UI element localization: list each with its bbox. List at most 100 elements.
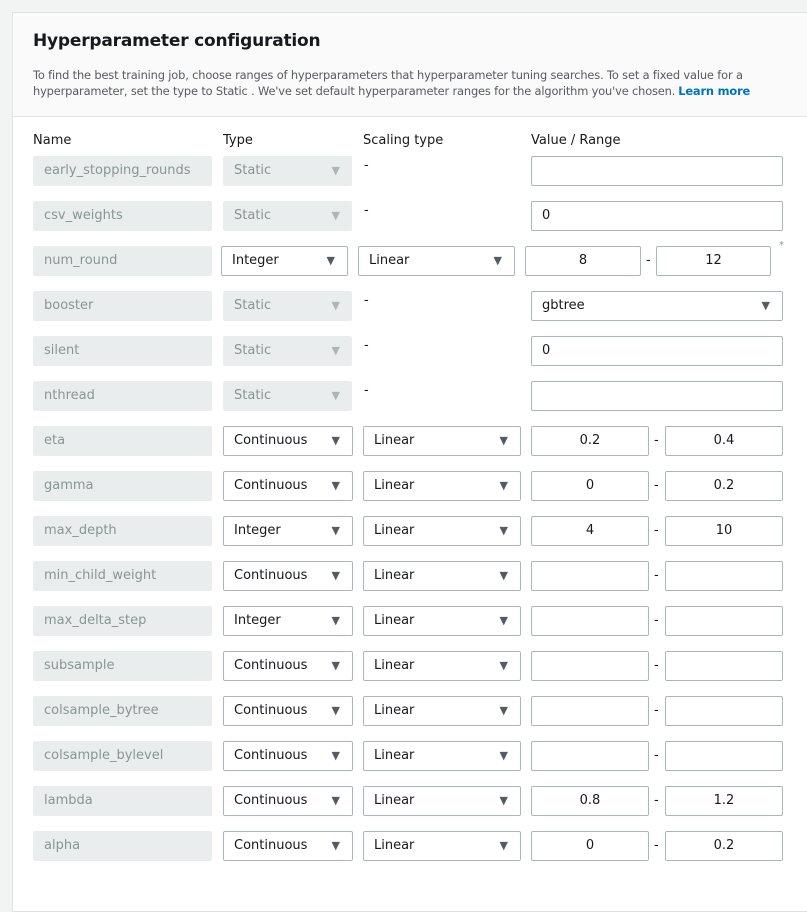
- scaling-select[interactable]: Linear ▼: [363, 471, 521, 501]
- scaling-value: Linear: [374, 658, 415, 673]
- range-min-input[interactable]: 8: [525, 246, 641, 276]
- type-value: Continuous: [234, 838, 308, 853]
- type-value: Static: [234, 163, 272, 178]
- value-input[interactable]: [531, 156, 783, 186]
- scaling-value: Linear: [374, 478, 415, 493]
- param-name: alpha: [33, 831, 212, 861]
- hyperparameter-row: max_depth Integer ▼ Linear ▼ 4 - 10: [0, 516, 807, 546]
- scaling-select[interactable]: Linear ▼: [363, 651, 521, 681]
- value-input[interactable]: 0: [531, 336, 783, 366]
- type-select[interactable]: Continuous ▼: [223, 471, 353, 501]
- scaling-select[interactable]: Linear ▼: [363, 831, 521, 861]
- hyperparameter-row: colsample_bytree Continuous ▼ Linear ▼ -: [0, 696, 807, 726]
- hyperparameter-row: eta Continuous ▼ Linear ▼ 0.2 - 0.4: [0, 426, 807, 456]
- scaling-select[interactable]: Linear ▼: [363, 696, 521, 726]
- range-separator: -: [654, 793, 659, 808]
- dropdown-arrow-icon: ▼: [331, 164, 340, 177]
- scaling-value: Linear: [374, 433, 415, 448]
- scaling-select[interactable]: Linear ▼: [363, 741, 521, 771]
- value-input[interactable]: [531, 381, 783, 411]
- scaling-value: Linear: [374, 523, 415, 538]
- type-value: Continuous: [234, 433, 308, 448]
- range-max-input[interactable]: [665, 606, 783, 636]
- scaling-select[interactable]: Linear ▼: [363, 426, 521, 456]
- range-min-input[interactable]: 0: [531, 471, 649, 501]
- type-select[interactable]: Integer ▼: [223, 516, 353, 546]
- scaling-select[interactable]: Linear ▼: [358, 246, 515, 276]
- scaling-select[interactable]: Linear ▼: [363, 606, 521, 636]
- range-separator: -: [654, 568, 659, 583]
- type-select[interactable]: Continuous ▼: [223, 696, 353, 726]
- type-select[interactable]: Continuous ▼: [223, 831, 353, 861]
- range-max-input[interactable]: 0.2: [665, 831, 783, 861]
- value-select[interactable]: gbtree ▼: [531, 291, 783, 321]
- dropdown-arrow-icon: ▼: [499, 839, 508, 852]
- scaling-none: -: [364, 338, 369, 353]
- dropdown-arrow-icon: ▼: [499, 479, 508, 492]
- range-min-input[interactable]: 0.2: [531, 426, 649, 456]
- value-selected: gbtree: [542, 298, 585, 313]
- range-max-input[interactable]: 10: [665, 516, 783, 546]
- scaling-value: Linear: [374, 748, 415, 763]
- range-min-input[interactable]: [531, 741, 649, 771]
- section-description: To find the best training job, choose ra…: [33, 67, 753, 99]
- range-min-input[interactable]: 4: [531, 516, 649, 546]
- type-value: Static: [234, 343, 272, 358]
- scaling-select[interactable]: Linear ▼: [363, 786, 521, 816]
- range-separator: -: [646, 253, 651, 268]
- range-min-input[interactable]: [531, 606, 649, 636]
- hyperparameter-row: silent Static ▼ - 0: [0, 336, 807, 366]
- scaling-none: -: [364, 383, 369, 398]
- type-select[interactable]: Continuous ▼: [223, 561, 353, 591]
- range-max-input[interactable]: [665, 651, 783, 681]
- param-name: gamma: [33, 471, 212, 501]
- type-value: Continuous: [234, 748, 308, 763]
- param-name: colsample_bylevel: [33, 741, 212, 771]
- value-input[interactable]: 0: [531, 201, 783, 231]
- type-select[interactable]: Continuous ▼: [223, 426, 353, 456]
- range-min-input[interactable]: 0.8: [531, 786, 649, 816]
- range-max-input[interactable]: 12: [656, 246, 771, 276]
- type-value: Static: [234, 298, 272, 313]
- type-select[interactable]: Continuous ▼: [223, 651, 353, 681]
- range-min-input[interactable]: 0: [531, 831, 649, 861]
- type-value: Static: [234, 388, 272, 403]
- range-max-input[interactable]: [665, 741, 783, 771]
- type-select[interactable]: Integer ▼: [221, 246, 348, 276]
- range-max-input[interactable]: [665, 696, 783, 726]
- hyperparameter-row: lambda Continuous ▼ Linear ▼ 0.8 - 1.2: [0, 786, 807, 816]
- dropdown-arrow-icon: ▼: [499, 434, 508, 447]
- type-select[interactable]: Integer ▼: [223, 606, 353, 636]
- range-max-input[interactable]: [665, 561, 783, 591]
- dropdown-arrow-icon: ▼: [331, 479, 340, 492]
- range-min-input[interactable]: [531, 561, 649, 591]
- range-min-input[interactable]: [531, 696, 649, 726]
- param-name: min_child_weight: [33, 561, 212, 591]
- type-select[interactable]: Continuous ▼: [223, 786, 353, 816]
- dropdown-arrow-icon: ▼: [331, 659, 340, 672]
- column-header-value: Value / Range: [531, 133, 621, 148]
- range-max-input[interactable]: 0.4: [665, 426, 783, 456]
- range-max-input[interactable]: 1.2: [665, 786, 783, 816]
- dropdown-arrow-icon: ▼: [331, 389, 340, 402]
- type-select[interactable]: Continuous ▼: [223, 741, 353, 771]
- scaling-select[interactable]: Linear ▼: [363, 516, 521, 546]
- dropdown-arrow-icon: ▼: [331, 344, 340, 357]
- range-separator: -: [654, 478, 659, 493]
- learn-more-link[interactable]: Learn more: [678, 84, 750, 98]
- range-max-input[interactable]: 0.2: [665, 471, 783, 501]
- scaling-none: -: [364, 293, 369, 308]
- dropdown-arrow-icon: ▼: [499, 794, 508, 807]
- scaling-select[interactable]: Linear ▼: [363, 561, 521, 591]
- scaling-value: Linear: [374, 838, 415, 853]
- param-name: subsample: [33, 651, 212, 681]
- dropdown-arrow-icon: ▼: [331, 839, 340, 852]
- type-value: Continuous: [234, 568, 308, 583]
- range-min-input[interactable]: [531, 651, 649, 681]
- scaling-none: -: [364, 158, 369, 173]
- hyperparameter-row: nthread Static ▼ -: [0, 381, 807, 411]
- dropdown-arrow-icon: ▼: [331, 524, 340, 537]
- range-separator: -: [654, 613, 659, 628]
- range-separator: -: [654, 433, 659, 448]
- dropdown-arrow-icon: ▼: [493, 254, 502, 267]
